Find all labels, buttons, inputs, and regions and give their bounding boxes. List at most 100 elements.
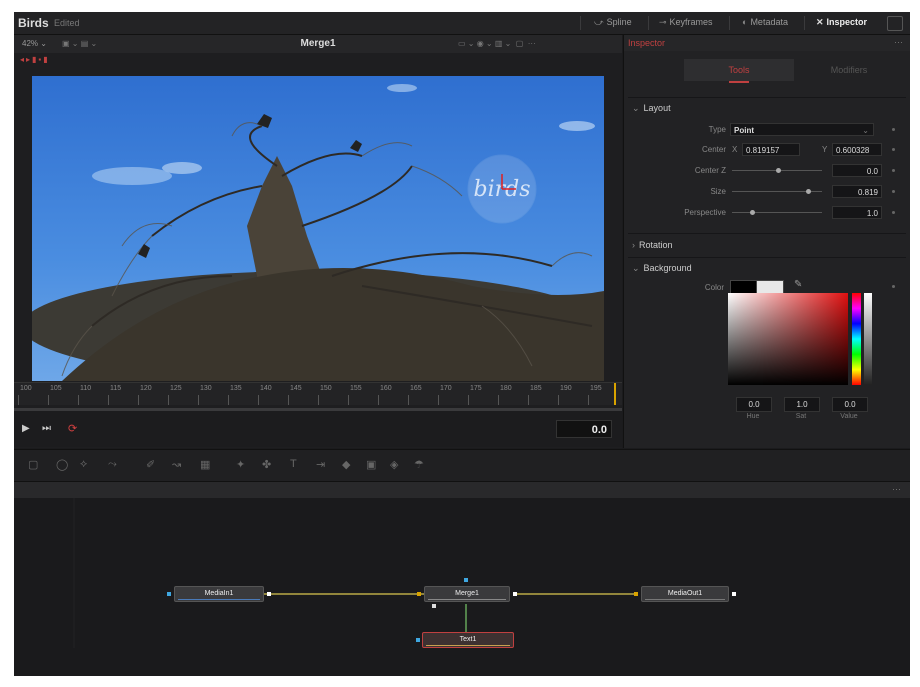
ruler-tick	[588, 395, 589, 405]
perspective-slider[interactable]	[732, 212, 822, 213]
more-options-icon[interactable]: ···	[894, 37, 903, 47]
chevron-down-icon: ⌄	[632, 263, 640, 273]
ruler-tick	[48, 395, 49, 405]
camera-icon[interactable]: ◈	[390, 458, 398, 471]
loop-icon[interactable]: ⟳	[68, 422, 77, 435]
node-media-out[interactable]: MediaOut1	[641, 586, 729, 602]
keyframe-dot[interactable]	[892, 128, 895, 131]
inspector-button[interactable]: ✕ Inspector	[816, 17, 867, 28]
media-in-input-pin[interactable]	[167, 592, 171, 596]
inspector-icon: ✕	[816, 17, 824, 27]
centerz-slider-knob[interactable]	[776, 168, 781, 173]
node-merge-label: Merge1	[455, 590, 479, 597]
sat-field[interactable]: 1.0	[784, 397, 820, 412]
play-icon[interactable]: ▶	[22, 423, 30, 434]
project-status: Edited	[54, 18, 80, 28]
metadata-button[interactable]: ◐ Metadata	[742, 17, 788, 27]
grid-icon[interactable]: ▦	[200, 458, 210, 471]
ruler-label: 175	[470, 385, 482, 392]
shape-icon[interactable]: ◆	[342, 458, 350, 471]
keyframe-dot[interactable]	[892, 169, 895, 172]
center-label: Center	[701, 145, 726, 154]
light-icon[interactable]: ☂	[414, 458, 424, 471]
perspective-field[interactable]: 1.0	[832, 206, 882, 219]
chevron-down-icon: ⌄	[862, 126, 869, 135]
merge-top-pin[interactable]	[464, 578, 468, 582]
ruler-tick	[288, 395, 289, 405]
viewer-tool-icons[interactable]: ◂▸▮▪▮	[20, 55, 50, 64]
timeline-ruler[interactable]: 100 105 110 115 120 125 130 135 140 145 150 155 160 1…	[14, 382, 622, 405]
text-input-pin[interactable]	[416, 638, 420, 642]
ruler-tick	[318, 395, 319, 405]
media-icon[interactable]: ▣	[366, 458, 376, 471]
background-section-header[interactable]: ⌄ Background	[632, 263, 692, 274]
keyframe-dot[interactable]	[892, 211, 895, 214]
ruler-tick	[498, 395, 499, 405]
divider	[628, 97, 906, 98]
polygon-icon[interactable]: ⟡	[80, 458, 87, 471]
merge-background-pin[interactable]	[417, 592, 421, 596]
particle-icon[interactable]: ✦	[236, 458, 245, 471]
paint-icon[interactable]: ✐	[146, 458, 155, 471]
eyedropper-icon[interactable]: ✎	[794, 279, 802, 290]
center-y-field[interactable]: 0.600328	[832, 143, 882, 156]
keyframe-dot[interactable]	[892, 285, 895, 288]
ruler-label: 120	[140, 385, 152, 392]
layout-section-label: Layout	[643, 103, 671, 113]
alpha-slider[interactable]	[864, 293, 872, 385]
merge-icon[interactable]: ⇥	[316, 458, 325, 471]
hue-slider[interactable]	[852, 293, 861, 385]
node-media-in[interactable]: MediaIn1	[174, 586, 264, 602]
divider	[729, 16, 730, 30]
ruler-tick	[138, 395, 139, 405]
emitter-icon[interactable]: ✤	[262, 458, 271, 471]
size-slider-knob[interactable]	[806, 189, 811, 194]
centerz-label: Center Z	[694, 166, 726, 175]
rotation-section-header[interactable]: › Rotation	[632, 240, 673, 250]
media-out-input-pin[interactable]	[634, 592, 638, 596]
bspline-icon[interactable]: ⤳	[108, 458, 117, 471]
more-options-icon[interactable]: ···	[892, 484, 901, 494]
viewer-controls[interactable]: ▭ ⌄ ◉ ⌄ ▥ ⌄ ▢ ···	[458, 39, 536, 48]
node-editor-header: ···	[14, 481, 910, 499]
color-swatch-current[interactable]	[730, 280, 758, 294]
next-frame-icon[interactable]: ⏭	[42, 423, 51, 434]
type-dropdown[interactable]: Point ⌄	[730, 123, 874, 136]
color-swatch-previous[interactable]	[756, 280, 784, 294]
ellipse-icon[interactable]: ◯	[56, 458, 68, 471]
keyframe-dot[interactable]	[892, 190, 895, 193]
curve-icon[interactable]: ↝	[172, 458, 181, 471]
merge-output-pin[interactable]	[513, 592, 517, 596]
media-in-output-pin[interactable]	[267, 592, 271, 596]
rectangle-icon[interactable]: ▢	[28, 458, 38, 471]
spline-button[interactable]: ⤻ Spline	[594, 17, 632, 28]
keyframes-button[interactable]: ⊸ Keyframes	[659, 17, 713, 28]
panel-toggle-button[interactable]	[887, 16, 903, 31]
color-picker-field[interactable]	[728, 293, 848, 385]
centerz-field[interactable]: 0.0	[832, 164, 882, 177]
layout-section-header[interactable]: ⌄ Layout	[632, 103, 671, 114]
center-x-field[interactable]: 0.819157	[742, 143, 800, 156]
ruler-label: 180	[500, 385, 512, 392]
size-field[interactable]: 0.819	[832, 185, 882, 198]
perspective-slider-knob[interactable]	[750, 210, 755, 215]
ruler-label: 115	[110, 385, 122, 392]
tab-tools[interactable]: Tools	[684, 59, 794, 81]
ruler-label: 160	[380, 385, 392, 392]
node-merge[interactable]: Merge1	[424, 586, 510, 602]
text-tool-icon[interactable]: T	[290, 458, 297, 470]
node-text[interactable]: Text1	[422, 632, 514, 648]
tab-modifiers[interactable]: Modifiers	[804, 59, 894, 81]
ruler-label: 130	[200, 385, 212, 392]
hue-field[interactable]: 0.0	[736, 397, 772, 412]
ruler-tick	[408, 395, 409, 405]
keyframes-icon: ⊸	[659, 17, 667, 27]
playhead[interactable]	[614, 383, 616, 405]
ruler-label: 165	[410, 385, 422, 392]
viewer-toolbar: 42% ⌄ ▣ ⌄ ▤ ⌄ Merge1 ▭ ⌄ ◉ ⌄ ▥ ⌄ ▢ ···	[14, 35, 622, 53]
keyframes-label: Keyframes	[669, 17, 713, 27]
keyframe-dot[interactable]	[892, 148, 895, 151]
value-field[interactable]: 0.0	[832, 397, 868, 412]
timecode-field[interactable]: 0.0	[556, 420, 612, 438]
media-out-output-pin[interactable]	[732, 592, 736, 596]
